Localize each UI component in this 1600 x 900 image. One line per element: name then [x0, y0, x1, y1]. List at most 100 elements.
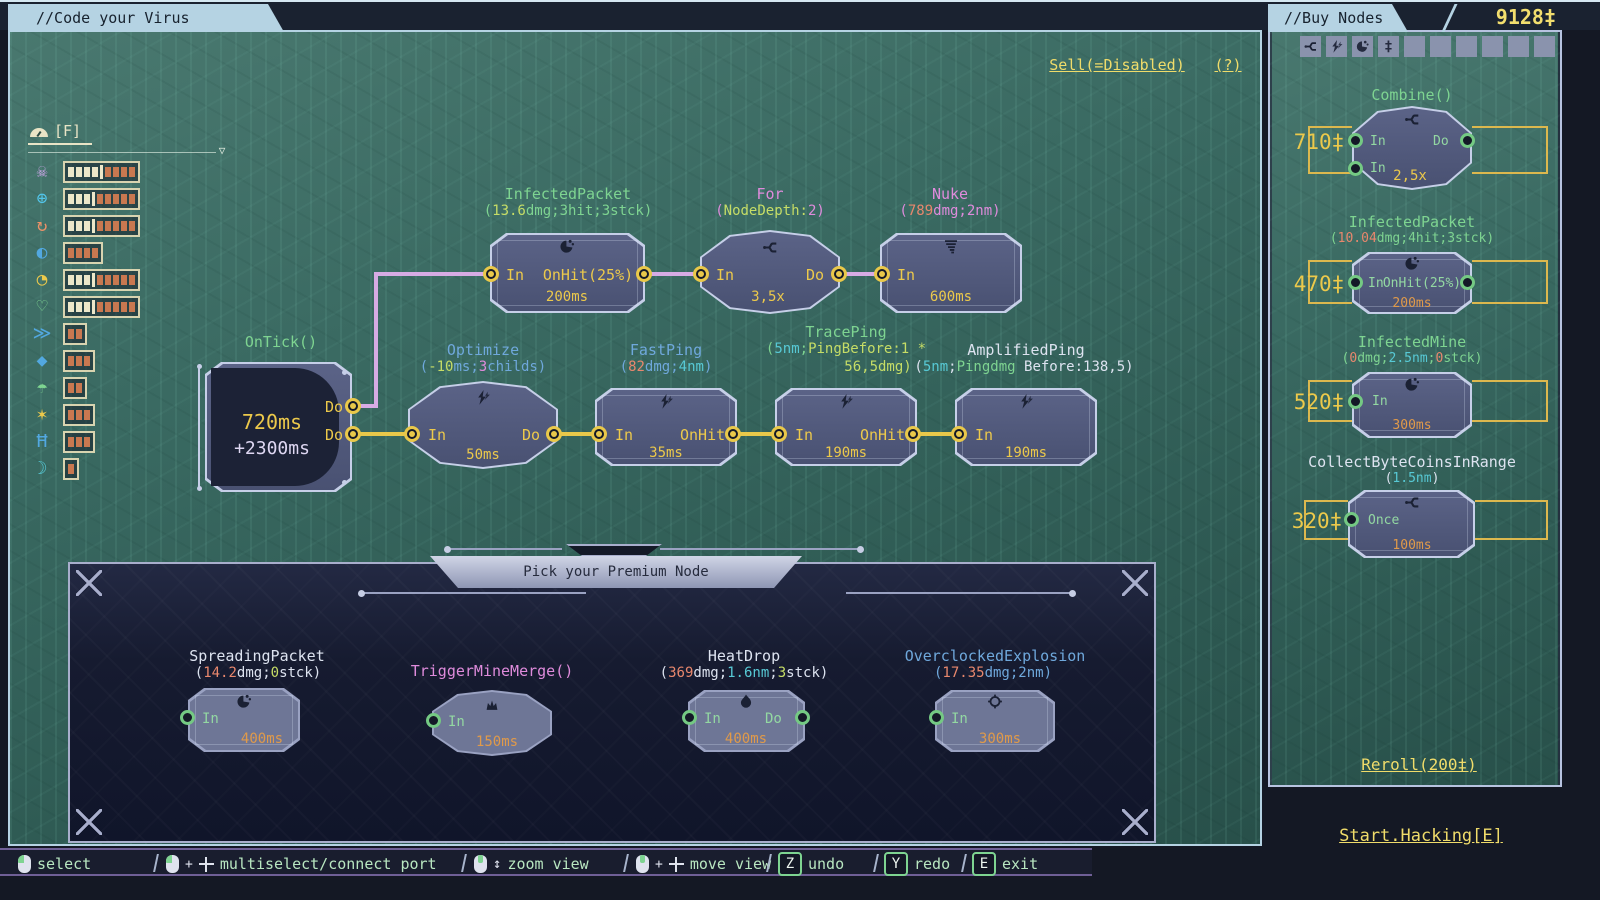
- premium-sub-heatdrop: (369dmg;1.6nm;3stck): [660, 665, 829, 681]
- port-in[interactable]: [771, 426, 787, 442]
- node-sub-traceping1: (5nm;PingBefore:1 *: [766, 341, 926, 357]
- node-sub-optimize: (-10ms;3childs): [420, 359, 546, 375]
- shop-tab-empty[interactable]: [1404, 36, 1425, 57]
- port-label: OnHit(25%): [543, 266, 633, 284]
- shop-tab-branch[interactable]: [1300, 36, 1321, 57]
- branch-icon: [762, 240, 779, 255]
- port-in[interactable]: [874, 266, 890, 282]
- port-in[interactable]: [1348, 394, 1363, 409]
- shop-category-tabs: ‡: [1300, 36, 1555, 57]
- reroll-link[interactable]: Reroll(200‡): [1361, 755, 1477, 774]
- stat-bar: [63, 215, 140, 237]
- start-hacking-link[interactable]: Start.Hacking[E]: [1339, 826, 1503, 846]
- port-in[interactable]: [929, 710, 944, 725]
- flame-icon: [738, 694, 755, 709]
- lightning-icon: [1018, 394, 1035, 409]
- port-in[interactable]: [1348, 133, 1363, 148]
- port-in[interactable]: [1348, 275, 1363, 290]
- shop-tab-empty[interactable]: [1456, 36, 1477, 57]
- port-label: In: [897, 266, 915, 284]
- stat-bar: [63, 296, 140, 318]
- wire: [374, 272, 378, 408]
- port-onhit[interactable]: [725, 426, 741, 442]
- port-in[interactable]: [426, 713, 441, 728]
- hud-line: [28, 152, 216, 153]
- port-in[interactable]: [404, 426, 420, 442]
- ontick-rail: [198, 366, 200, 488]
- port-in[interactable]: [693, 266, 709, 282]
- node-title-fastping: FastPing: [630, 341, 702, 359]
- port-in[interactable]: [483, 266, 499, 282]
- port-onhit[interactable]: [1460, 275, 1475, 290]
- port-label: In: [795, 426, 813, 444]
- port-do[interactable]: [1460, 133, 1475, 148]
- stat-bar: [63, 161, 140, 183]
- shop-tab-empty[interactable]: [1534, 36, 1555, 57]
- shop-title-combine: Combine(): [1371, 86, 1452, 104]
- premium-title-spreadingpacket: SpreadingPacket: [189, 647, 324, 665]
- port-label: In: [1368, 276, 1384, 291]
- port-do[interactable]: [546, 426, 562, 442]
- port-onhit[interactable]: [636, 266, 652, 282]
- port-do[interactable]: [795, 710, 810, 725]
- shop-tab-empty[interactable]: [1430, 36, 1451, 57]
- shop-tab-empty[interactable]: [1508, 36, 1529, 57]
- node-title-optimize: Optimize: [447, 341, 519, 359]
- shop-title-infectedpacket: InfectedPacket: [1349, 213, 1475, 231]
- sell-link[interactable]: Sell(=Disabled): [1049, 56, 1184, 74]
- port-do[interactable]: [831, 266, 847, 282]
- node-time: 190ms: [825, 445, 867, 461]
- umbrella-icon: ☂: [30, 379, 54, 397]
- port-in[interactable]: [951, 426, 967, 442]
- stat-diamond: ◆: [30, 347, 140, 374]
- shop-price: 710‡: [1294, 130, 1345, 154]
- stat-bar: [63, 188, 140, 210]
- game-screen: Pick your Premium Node //Code your Virus…: [0, 0, 1600, 900]
- port-label: Do: [522, 426, 540, 444]
- port-label: In: [951, 711, 968, 727]
- premium-title-triggerminemerge: TriggerMineMerge(): [411, 662, 574, 680]
- price-bracket: [1472, 380, 1548, 422]
- fps-gauge-icon: [30, 128, 48, 137]
- port-in[interactable]: [180, 710, 195, 725]
- branch-icon: [1404, 112, 1421, 127]
- port-ontick-do2[interactable]: [345, 426, 361, 442]
- port-once[interactable]: [1344, 512, 1359, 527]
- crosshair-icon: [987, 694, 1004, 709]
- mine-icon: [484, 697, 501, 712]
- stat-bar: [63, 404, 95, 426]
- virus-icon: [559, 239, 576, 254]
- port-label: Do: [1433, 134, 1449, 149]
- port-ontick-do1[interactable]: [345, 398, 361, 414]
- shop-sub-infectedmine: (0dmg;2.5nm;0stck): [1342, 351, 1483, 366]
- port-onhit[interactable]: [905, 426, 921, 442]
- port-label: OnHit(25%): [1383, 276, 1461, 291]
- stat-crosshair: ⊕: [30, 185, 140, 212]
- stat-bar: [63, 377, 87, 399]
- node-time: 400ms: [241, 731, 283, 747]
- shop-tab-lightning[interactable]: [1326, 36, 1347, 57]
- node-time: 300ms: [1392, 418, 1431, 433]
- ontick-bonus: +2300ms: [234, 438, 310, 459]
- port-label: In: [1372, 394, 1388, 409]
- virus-icon: [236, 694, 253, 709]
- shop-tab-virus[interactable]: [1352, 36, 1373, 57]
- help-link[interactable]: (?): [1214, 56, 1241, 74]
- node-title-amplifiedping: AmplifiedPing: [967, 341, 1084, 359]
- ontick-port2-label: Do: [325, 426, 343, 444]
- virus-stats-list: ☠⊕↻◐◔♡≫◆☂✶Ħ☽: [30, 158, 140, 482]
- shop-tab-dagger[interactable]: ‡: [1378, 36, 1399, 57]
- shop-title-infectedmine: InfectedMine: [1358, 333, 1466, 351]
- node-time: 300ms: [979, 731, 1021, 747]
- stat-bar: [63, 323, 87, 345]
- stat-bar: [63, 242, 103, 264]
- port-label: In: [716, 266, 734, 284]
- stat-bar: [63, 350, 95, 372]
- port-in[interactable]: [591, 426, 607, 442]
- shop-tab-empty[interactable]: [1482, 36, 1503, 57]
- premium-title-overclockedexplosion: OverclockedExplosion: [905, 647, 1086, 665]
- node-time: 100ms: [1392, 538, 1431, 553]
- stat-comet: ◐: [30, 239, 140, 266]
- port-in[interactable]: [1348, 161, 1363, 176]
- port-in[interactable]: [682, 710, 697, 725]
